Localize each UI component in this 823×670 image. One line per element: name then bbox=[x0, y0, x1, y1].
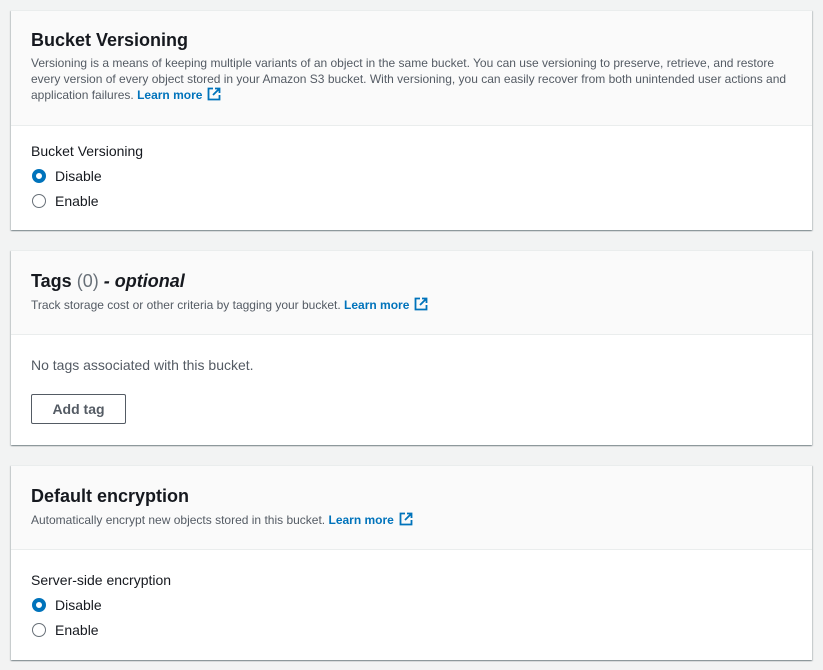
encryption-enable-option[interactable]: Enable bbox=[31, 617, 792, 642]
default-encryption-learn-more-link[interactable]: Learn more bbox=[328, 513, 393, 527]
add-tag-button[interactable]: Add tag bbox=[31, 394, 126, 424]
encryption-enable-radio[interactable] bbox=[32, 622, 46, 637]
default-encryption-description-text: Automatically encrypt new objects stored… bbox=[31, 513, 326, 527]
bucket-versioning-header: Bucket Versioning Versioning is a means … bbox=[11, 11, 812, 126]
default-encryption-header: Default encryption Automatically encrypt… bbox=[11, 466, 812, 550]
bucket-versioning-description: Versioning is a means of keeping multipl… bbox=[31, 55, 791, 103]
tags-learn-more-link[interactable]: Learn more bbox=[344, 298, 409, 312]
versioning-disable-label: Disable bbox=[55, 167, 102, 184]
encryption-disable-radio[interactable] bbox=[32, 597, 46, 612]
bucket-versioning-title: Bucket Versioning bbox=[31, 30, 189, 50]
default-encryption-title: Default encryption bbox=[31, 486, 190, 506]
tags-optional-label: - optional bbox=[103, 271, 185, 291]
encryption-disable-option[interactable]: Disable bbox=[31, 592, 792, 617]
bucket-versioning-body: Bucket Versioning Disable Enable bbox=[11, 126, 812, 213]
versioning-disable-radio[interactable] bbox=[32, 168, 46, 183]
tags-description-text: Track storage cost or other criteria by … bbox=[31, 298, 341, 312]
default-encryption-description: Automatically encrypt new objects stored… bbox=[31, 512, 792, 528]
tags-empty-message: No tags associated with this bucket. bbox=[31, 357, 254, 373]
versioning-disable-option[interactable]: Disable bbox=[31, 163, 792, 188]
tags-body: No tags associated with this bucket. Add… bbox=[11, 335, 812, 424]
bucket-versioning-panel: Bucket Versioning Versioning is a means … bbox=[11, 10, 812, 230]
bucket-versioning-field-label: Bucket Versioning bbox=[31, 143, 144, 159]
server-side-encryption-label: Server-side encryption bbox=[31, 572, 172, 588]
external-link-icon[interactable] bbox=[399, 512, 413, 526]
versioning-enable-label: Enable bbox=[55, 192, 99, 209]
versioning-enable-radio[interactable] bbox=[32, 193, 46, 208]
encryption-disable-label: Disable bbox=[55, 596, 102, 613]
external-link-icon[interactable] bbox=[207, 87, 221, 101]
encryption-enable-label: Enable bbox=[55, 621, 99, 638]
tags-title: Tags (0) - optional bbox=[31, 269, 792, 293]
default-encryption-body: Server-side encryption Disable Enable bbox=[11, 550, 812, 642]
versioning-enable-option[interactable]: Enable bbox=[31, 188, 792, 213]
tags-header: Tags (0) - optional Track storage cost o… bbox=[11, 251, 812, 335]
tags-description: Track storage cost or other criteria by … bbox=[31, 297, 792, 313]
default-encryption-panel: Default encryption Automatically encrypt… bbox=[11, 465, 812, 660]
tags-title-text: Tags bbox=[31, 271, 72, 291]
tags-count: (0) bbox=[76, 271, 99, 291]
external-link-icon[interactable] bbox=[414, 297, 428, 311]
bucket-versioning-learn-more-link[interactable]: Learn more bbox=[137, 88, 202, 102]
tags-panel: Tags (0) - optional Track storage cost o… bbox=[11, 250, 812, 445]
